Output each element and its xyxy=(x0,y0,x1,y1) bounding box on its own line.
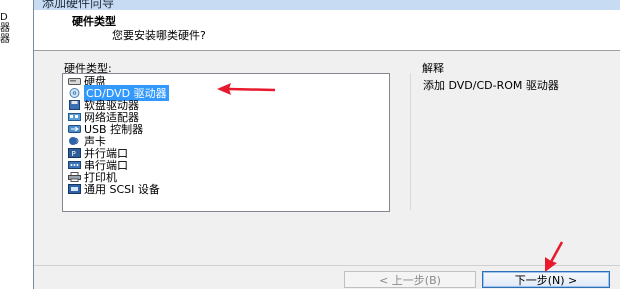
left-fragment-text: 器 xyxy=(0,23,10,34)
annotation-arrow-down-icon xyxy=(545,241,564,272)
wizard-header: 硬件类型 您要安装哪类硬件? xyxy=(34,10,620,51)
wizard-content: 硬件类型: 硬盘 CD/DVD 驱动器 软盘驱动器 网络适配器 USB 控制器 … xyxy=(34,51,620,265)
window-title: 添加硬件向导 xyxy=(42,0,115,10)
wizard-footer: < 上一步(B) 下一步(N) > xyxy=(34,265,620,289)
explanation-panel: 添加 DVD/CD-ROM 驱动器 xyxy=(410,73,620,210)
hard-disk-icon xyxy=(68,76,81,86)
parallel-port-icon: P xyxy=(68,148,81,158)
window-titlebar[interactable]: 添加硬件向导 xyxy=(34,0,620,10)
add-hardware-wizard-window: 添加硬件向导 硬件类型 您要安装哪类硬件? 硬件类型: 硬盘 CD/DVD 驱动… xyxy=(33,0,620,289)
explanation-text: 添加 DVD/CD-ROM 驱动器 xyxy=(423,79,559,92)
sound-card-icon xyxy=(68,136,81,146)
left-fragment-text: D xyxy=(0,12,8,23)
header-subtitle: 您要安装哪类硬件? xyxy=(112,29,206,42)
background-window-fragment: D 器 器 xyxy=(0,0,32,289)
header-title: 硬件类型 xyxy=(72,15,116,28)
annotation-arrow-left-icon xyxy=(217,83,276,95)
back-button[interactable]: < 上一步(B) xyxy=(344,271,476,288)
usb-icon xyxy=(68,124,81,134)
network-adapter-icon xyxy=(68,112,81,122)
svg-text:P: P xyxy=(72,150,76,158)
screenshot: D 器 器 添加硬件向导 硬件类型 您要安装哪类硬件? 硬件类型: 硬盘 CD/… xyxy=(0,0,620,289)
serial-port-icon xyxy=(68,160,81,170)
scsi-icon xyxy=(68,184,81,194)
list-item-label: 通用 SCSI 设备 xyxy=(84,183,160,196)
cd-dvd-icon xyxy=(68,88,81,98)
floppy-icon xyxy=(68,100,81,110)
printer-icon xyxy=(68,172,81,182)
left-fragment-text: 器 xyxy=(0,34,10,45)
list-item-scsi-device[interactable]: 通用 SCSI 设备 xyxy=(68,183,160,196)
